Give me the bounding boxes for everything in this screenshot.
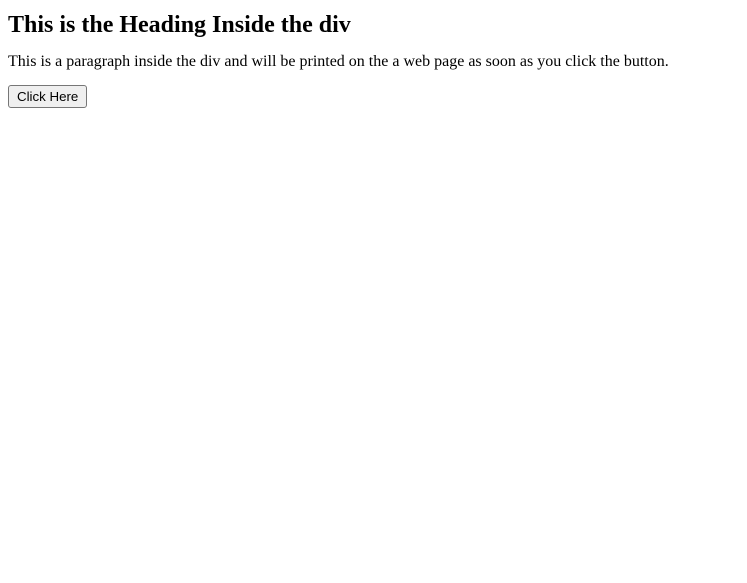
click-here-button[interactable]: Click Here bbox=[8, 85, 87, 108]
content-div: This is the Heading Inside the div This … bbox=[8, 12, 739, 71]
page-paragraph: This is a paragraph inside the div and w… bbox=[8, 53, 739, 71]
page-heading: This is the Heading Inside the div bbox=[8, 12, 739, 39]
